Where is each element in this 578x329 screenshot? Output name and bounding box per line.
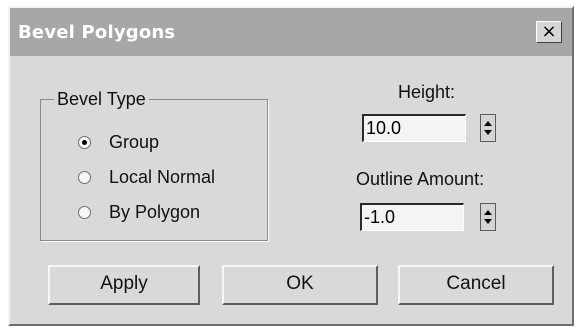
cancel-button[interactable]: Cancel (398, 265, 554, 305)
height-input[interactable]: 10.0 (362, 114, 466, 142)
spinner-up-icon[interactable] (484, 210, 492, 215)
radio-button-by-polygon[interactable] (78, 205, 91, 219)
outline-amount-input[interactable]: -1.0 (360, 203, 464, 231)
radio-option-group[interactable]: Group (78, 130, 159, 154)
height-label: Height: (398, 82, 456, 102)
bevel-type-label: Bevel Type (54, 89, 149, 110)
radio-label-group[interactable]: Group (109, 132, 159, 153)
bevel-polygons-dialog: Bevel Polygons × Bevel Type Group Local … (8, 6, 574, 326)
radio-button-local-normal[interactable] (78, 170, 91, 184)
spinner-down-icon[interactable] (484, 130, 492, 135)
apply-button[interactable]: Apply (48, 265, 200, 305)
radio-button-group[interactable] (78, 135, 91, 149)
outline-amount-spinner[interactable] (480, 203, 496, 231)
ok-button[interactable]: OK (222, 265, 378, 305)
spinner-down-icon[interactable] (484, 219, 492, 224)
radio-option-local-normal[interactable]: Local Normal (78, 165, 215, 189)
spinner-up-icon[interactable] (484, 121, 492, 126)
radio-label-local-normal[interactable]: Local Normal (109, 167, 215, 188)
dialog-title: Bevel Polygons (18, 22, 176, 43)
height-spinner[interactable] (480, 114, 496, 142)
radio-label-by-polygon[interactable]: By Polygon (109, 202, 200, 223)
close-button[interactable]: × (536, 21, 562, 43)
radio-option-by-polygon[interactable]: By Polygon (78, 200, 200, 224)
outline-amount-label: Outline Amount: (356, 169, 485, 189)
title-bar[interactable]: Bevel Polygons × (10, 8, 572, 56)
